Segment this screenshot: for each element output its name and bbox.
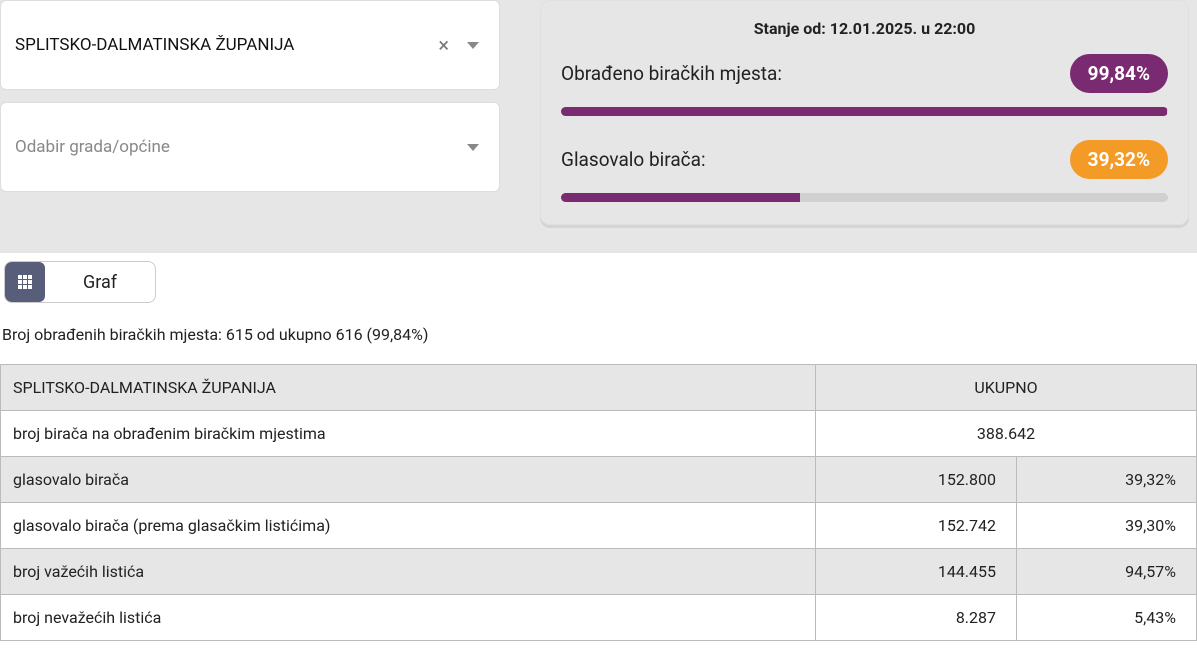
table-header-region: SPLITSKO-DALMATINSKA ŽUPANIJA [1, 365, 816, 411]
row-value: 152.800 [816, 457, 1017, 503]
county-select[interactable]: SPLITSKO-DALMATINSKA ŽUPANIJA × [0, 0, 500, 90]
voted-bar-fill [561, 193, 800, 202]
row-label: glasovalo birača [1, 457, 816, 503]
row-percent: 5,43% [1017, 595, 1197, 641]
grid-icon [18, 275, 32, 289]
status-card: Stanje od: 12.01.2025. u 22:00 Obrađeno … [540, 0, 1189, 225]
processed-summary: Broj obrađenih biračkih mjesta: 615 od u… [0, 315, 1197, 364]
voted-badge: 39,32% [1070, 140, 1168, 179]
voted-row: Glasovalo birača: 39,32% [561, 140, 1168, 179]
top-panel: SPLITSKO-DALMATINSKA ŽUPANIJA × Odabir g… [0, 0, 1197, 235]
table-row: broj birača na obrađenim biračkim mjesti… [1, 411, 1197, 457]
row-label: broj važećih listića [1, 549, 816, 595]
clear-icon[interactable]: × [420, 33, 467, 57]
voted-label: Glasovalo birača: [561, 148, 706, 171]
chevron-down-icon [467, 42, 479, 49]
row-value: 152.742 [816, 503, 1017, 549]
row-value: 144.455 [816, 549, 1017, 595]
graph-view-label: Graf [83, 272, 117, 293]
table-row: glasovalo birača (prema glasačkim listić… [1, 503, 1197, 549]
row-label: broj birača na obrađenim biračkim mjesti… [1, 411, 816, 457]
row-percent: 94,57% [1017, 549, 1197, 595]
graph-view-button[interactable]: Graf [45, 262, 155, 302]
row-percent: 39,30% [1017, 503, 1197, 549]
processed-row: Obrađeno biračkih mjesta: 99,84% [561, 54, 1168, 93]
table-header-total: UKUPNO [816, 365, 1197, 411]
row-percent: 39,32% [1017, 457, 1197, 503]
chevron-down-icon [467, 144, 479, 151]
processed-bar-fill [561, 107, 1167, 116]
county-select-value: SPLITSKO-DALMATINSKA ŽUPANIJA [15, 35, 420, 55]
row-value: 8.287 [816, 595, 1017, 641]
divider-strip [0, 235, 1197, 253]
voted-bar [561, 193, 1168, 202]
table-row: broj nevažećih listića8.2875,43% [1, 595, 1197, 641]
table-row: broj važećih listića144.45594,57% [1, 549, 1197, 595]
results-table: SPLITSKO-DALMATINSKA ŽUPANIJA UKUPNO bro… [0, 364, 1197, 641]
row-value: 388.642 [816, 411, 1197, 457]
status-column: Stanje od: 12.01.2025. u 22:00 Obrađeno … [540, 0, 1197, 225]
row-label: glasovalo birača (prema glasačkim listić… [1, 503, 816, 549]
processed-badge: 99,84% [1070, 54, 1168, 93]
view-toggle: Graf [4, 261, 156, 303]
processed-label: Obrađeno biračkih mjesta: [561, 62, 782, 85]
city-select-placeholder: Odabir grada/općine [15, 137, 467, 157]
view-toggle-row: Graf [0, 253, 1197, 315]
table-header-row: SPLITSKO-DALMATINSKA ŽUPANIJA UKUPNO [1, 365, 1197, 411]
table-row: glasovalo birača152.80039,32% [1, 457, 1197, 503]
row-label: broj nevažećih listića [1, 595, 816, 641]
filter-column: SPLITSKO-DALMATINSKA ŽUPANIJA × Odabir g… [0, 0, 500, 204]
processed-bar [561, 107, 1168, 116]
city-select[interactable]: Odabir grada/općine [0, 102, 500, 192]
table-view-button[interactable] [5, 262, 45, 302]
status-timestamp: Stanje od: 12.01.2025. u 22:00 [561, 19, 1168, 38]
